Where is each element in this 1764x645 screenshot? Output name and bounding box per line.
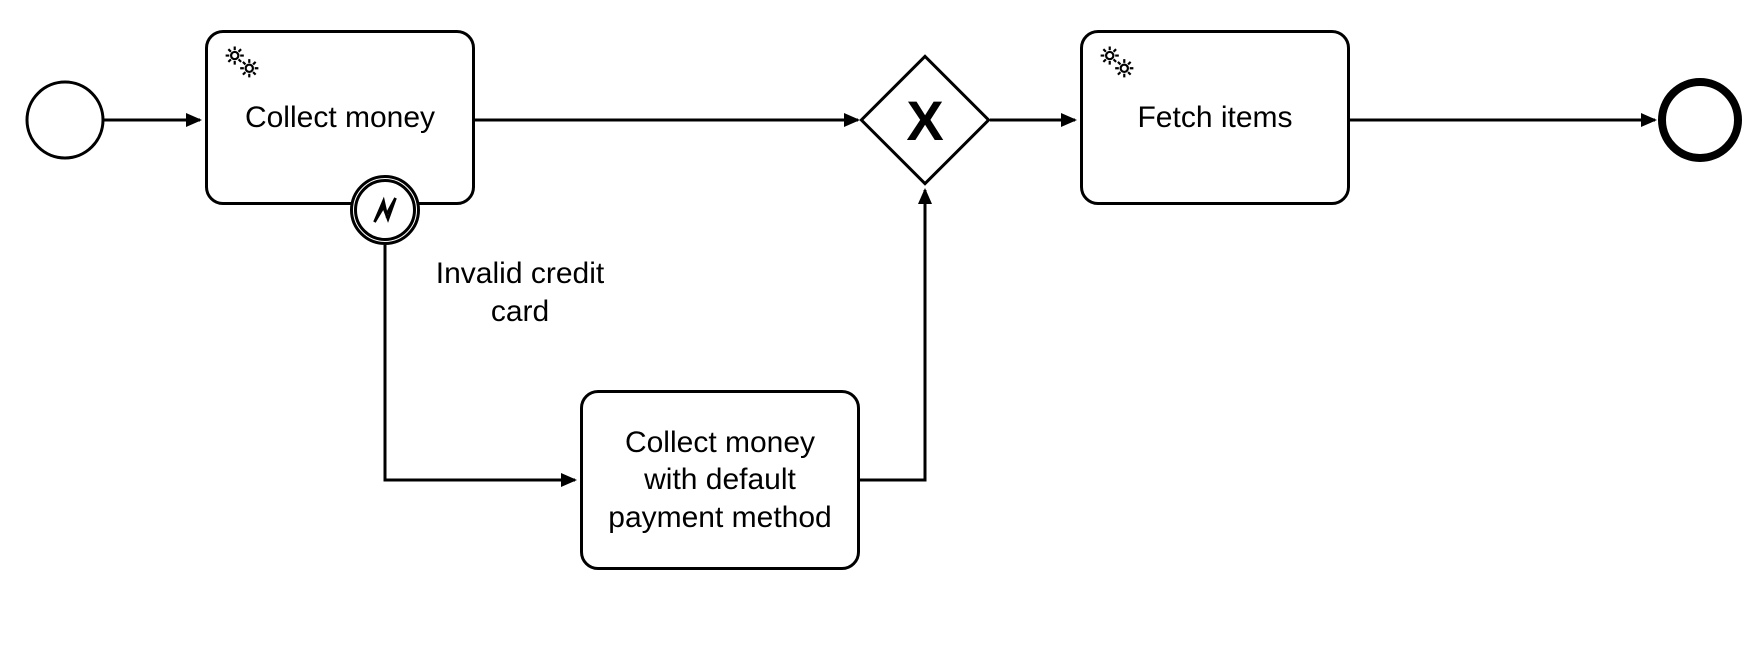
error-icon [367,192,403,228]
service-task-icon [220,41,264,91]
service-task-icon [1095,41,1139,91]
exclusive-gateway: X [861,56,988,183]
svg-text:X: X [906,89,943,152]
task-fetch-items-label: Fetch items [1137,99,1292,137]
start-event [27,82,103,158]
task-collect-money: Collect money [205,30,475,205]
task-collect-default: Collect money with default payment metho… [580,390,860,570]
task-collect-default-label: Collect money with default payment metho… [599,424,841,537]
boundary-error-label: Invalid credit card [430,255,610,330]
boundary-error-event [350,175,420,245]
end-event [1662,82,1738,158]
task-fetch-items: Fetch items [1080,30,1350,205]
task-collect-money-label: Collect money [245,99,435,137]
flow-default-to-gateway [860,190,925,480]
